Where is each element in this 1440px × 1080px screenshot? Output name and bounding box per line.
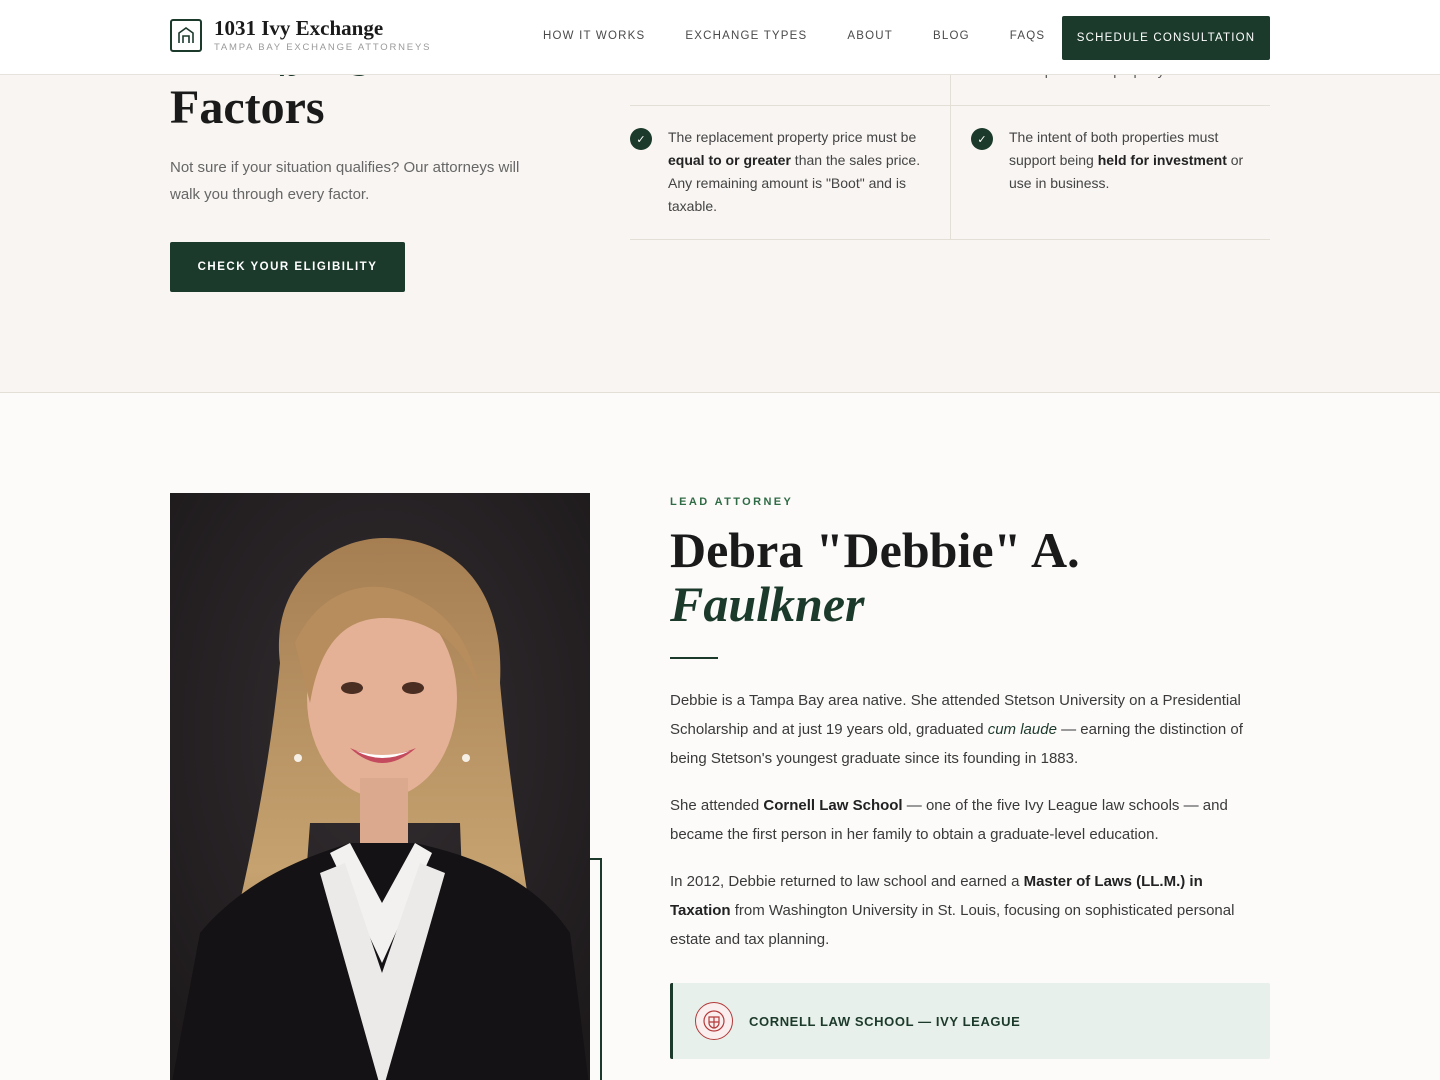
bio-paragraph: In 2012, Debbie returned to law school a… bbox=[670, 873, 1235, 948]
check-eligibility-button[interactable]: CHECK YOUR ELIGIBILITY bbox=[170, 242, 405, 292]
section-lead-text: Not sure if your situation qualifies? Ou… bbox=[170, 159, 520, 203]
attorney-last-name: Faulkner bbox=[670, 576, 865, 632]
check-icon: ✓ bbox=[971, 128, 993, 150]
cornell-seal-icon bbox=[695, 1002, 733, 1040]
factor-item-intent: ✓ The intent of both properties must sup… bbox=[971, 126, 1261, 195]
brand-title: 1031 Ivy Exchange bbox=[214, 16, 384, 40]
house-logo-icon bbox=[170, 18, 202, 52]
attorney-first-name: Debra "Debbie" A. bbox=[670, 522, 1080, 578]
section-title-factors: Factors bbox=[170, 81, 325, 134]
credential-label: CORNELL LAW SCHOOL — IVY LEAGUE bbox=[749, 1013, 1021, 1029]
brand-logo[interactable]: 1031 Ivy Exchange TAMPA BAY EXCHANGE ATT… bbox=[170, 17, 431, 53]
brand-subtitle: TAMPA BAY EXCHANGE ATTORNEYS bbox=[214, 42, 432, 53]
credential-badge: CORNELL LAW SCHOOL — IVY LEAGUE bbox=[670, 983, 1270, 1059]
check-icon: ✓ bbox=[630, 128, 652, 150]
factor-text: The replacement property price must be e… bbox=[668, 129, 921, 214]
section-eyebrow: LEAD ATTORNEY bbox=[670, 496, 794, 508]
attorney-name: Debra "Debbie" A. Faulkner bbox=[670, 523, 1230, 631]
lead-attorney-section: LEAD ATTORNEY Debra "Debbie" A. Faulkner… bbox=[0, 393, 1440, 1080]
bio-paragraph: She attended Cornell Law School — one of… bbox=[670, 797, 1228, 843]
main-nav: HOW IT WORKS EXCHANGE TYPES ABOUT BLOG F… bbox=[543, 30, 1085, 42]
factor-item-price: ✓ The replacement property price must be… bbox=[630, 126, 930, 218]
schedule-consultation-button[interactable]: SCHEDULE CONSULTATION bbox=[1062, 16, 1270, 60]
nav-how-it-works[interactable]: HOW IT WORKS bbox=[543, 30, 645, 42]
site-header: 1031 Ivy Exchange TAMPA BAY EXCHANGE ATT… bbox=[0, 0, 1440, 75]
attorney-portrait bbox=[170, 493, 590, 1080]
nav-exchange-types[interactable]: EXCHANGE TYPES bbox=[685, 30, 807, 42]
nav-faqs[interactable]: FAQS bbox=[1010, 30, 1045, 42]
nav-blog[interactable]: BLOG bbox=[933, 30, 970, 42]
factor-text: The intent of both properties must suppo… bbox=[1009, 129, 1244, 191]
attorney-bio: Debbie is a Tampa Bay area native. She a… bbox=[670, 686, 1260, 972]
bio-paragraph: Debbie is a Tampa Bay area native. She a… bbox=[670, 692, 1243, 767]
title-divider bbox=[670, 657, 718, 659]
nav-about[interactable]: ABOUT bbox=[847, 30, 893, 42]
